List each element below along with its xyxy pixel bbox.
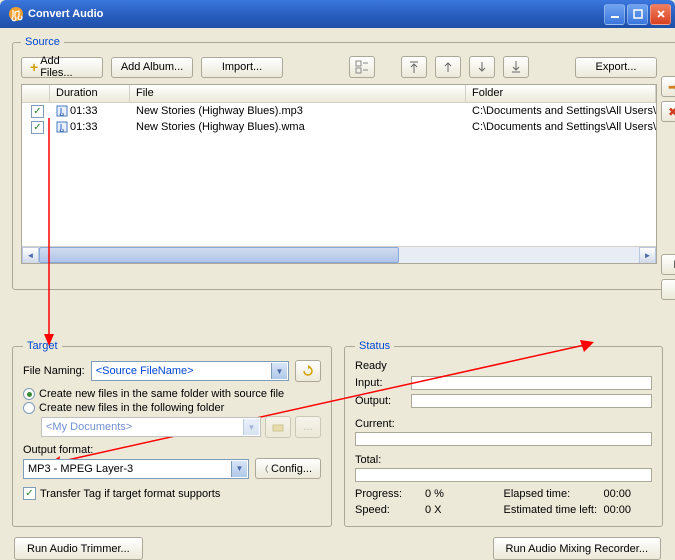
scroll-thumb[interactable] bbox=[39, 247, 399, 263]
close-cross-icon: ✖ bbox=[668, 105, 675, 119]
input-label: Input: bbox=[355, 377, 407, 389]
start-arrow-icon: ➡ bbox=[668, 80, 675, 94]
speed-value: 0 X bbox=[425, 504, 495, 516]
scroll-right-button[interactable]: ► bbox=[639, 247, 656, 264]
refresh-icon bbox=[302, 365, 314, 377]
file-naming-refresh-button[interactable] bbox=[295, 360, 321, 382]
file-naming-combo[interactable]: <Source FileName>▼ bbox=[91, 361, 289, 381]
chevron-down-icon: ▼ bbox=[271, 363, 287, 379]
output-format-label: Output format: bbox=[23, 444, 93, 456]
estimated-label: Estimated time left: bbox=[504, 504, 604, 516]
speed-label: Speed: bbox=[355, 504, 425, 516]
transfer-tag-checkbox[interactable]: Transfer Tag if target format supports bbox=[23, 487, 321, 500]
title-bar: Convert Audio bbox=[0, 0, 675, 28]
browse-folder-button[interactable] bbox=[265, 416, 291, 438]
table-row[interactable]: 01:33 New Stories (Highway Blues).mp3 C:… bbox=[22, 103, 656, 119]
add-album-button[interactable]: Add Album... bbox=[111, 57, 193, 78]
column-file[interactable]: File bbox=[130, 85, 466, 102]
import-button[interactable]: Import... bbox=[201, 57, 283, 78]
total-label: Total: bbox=[355, 454, 381, 466]
source-toolbar: +Add Files... Add Album... Import... Exp… bbox=[21, 56, 657, 78]
column-folder[interactable]: Folder bbox=[466, 85, 656, 102]
window-title: Convert Audio bbox=[28, 8, 103, 20]
input-value-box bbox=[411, 376, 652, 390]
close-button[interactable]: ✖Close bbox=[661, 101, 675, 122]
export-button[interactable]: Export... bbox=[575, 57, 657, 78]
status-legend: Status bbox=[355, 340, 394, 352]
estimated-value: 00:00 bbox=[604, 504, 632, 516]
elapsed-label: Elapsed time: bbox=[504, 488, 604, 500]
move-down-button[interactable] bbox=[469, 56, 495, 78]
arrow-up-icon bbox=[443, 61, 453, 73]
table-body: 01:33 New Stories (Highway Blues).mp3 C:… bbox=[22, 103, 656, 245]
following-folder-radio[interactable]: Create new files in the following folder bbox=[23, 402, 321, 414]
output-folder-combo[interactable]: <My Documents>▼ bbox=[41, 417, 261, 437]
output-value-box bbox=[411, 394, 652, 408]
arrow-down-icon bbox=[477, 61, 487, 73]
add-files-button[interactable]: +Add Files... bbox=[21, 57, 103, 78]
horizontal-scrollbar[interactable]: ◄ ► bbox=[22, 246, 656, 263]
folder-icon bbox=[272, 421, 284, 433]
minimize-button[interactable] bbox=[604, 4, 625, 25]
plus-icon: + bbox=[30, 59, 38, 75]
move-up-button[interactable] bbox=[435, 56, 461, 78]
total-progress bbox=[355, 468, 652, 482]
same-folder-radio[interactable]: Create new files in the same folder with… bbox=[23, 388, 321, 400]
source-legend: Source bbox=[21, 36, 64, 48]
run-audio-trimmer-button[interactable]: Run Audio Trimmer... bbox=[14, 537, 143, 560]
chevron-down-icon: ▼ bbox=[231, 461, 247, 477]
move-top-button[interactable] bbox=[401, 56, 427, 78]
table-header: Duration File Folder bbox=[22, 85, 656, 103]
config-button[interactable]: Config... bbox=[255, 458, 321, 479]
run-audio-mixing-recorder-button[interactable]: Run Audio Mixing Recorder... bbox=[493, 537, 661, 560]
app-icon bbox=[8, 6, 24, 22]
gear-icon bbox=[264, 463, 268, 475]
open-folder-button[interactable]: ... bbox=[295, 416, 321, 438]
maximize-button[interactable] bbox=[627, 4, 648, 25]
status-group: Status Ready Input: Output: Current: Tot… bbox=[344, 340, 663, 527]
check-all-button[interactable] bbox=[349, 56, 375, 78]
audio-file-icon bbox=[56, 105, 68, 117]
elapsed-value: 00:00 bbox=[604, 488, 632, 500]
checkbox-icon bbox=[23, 487, 36, 500]
column-duration[interactable]: Duration bbox=[50, 85, 130, 102]
row-checkbox[interactable] bbox=[31, 105, 44, 118]
arrow-top-icon bbox=[409, 61, 419, 73]
table-row[interactable]: 01:33 New Stories (Highway Blues).wma C:… bbox=[22, 119, 656, 135]
output-label: Output: bbox=[355, 395, 407, 407]
audio-file-icon bbox=[56, 121, 68, 133]
window-close-button[interactable] bbox=[650, 4, 671, 25]
clear-button[interactable]: Clear bbox=[661, 279, 675, 300]
ellipsis-icon: ... bbox=[303, 421, 312, 433]
status-ready: Ready bbox=[355, 360, 652, 372]
remove-button[interactable]: Remove bbox=[661, 254, 675, 275]
column-checkbox[interactable] bbox=[22, 85, 50, 102]
target-group: Target File Naming: <Source FileName>▼ C… bbox=[12, 340, 332, 527]
arrow-bottom-icon bbox=[511, 61, 521, 73]
start-button[interactable]: ➡Start bbox=[661, 76, 675, 97]
checklist-icon bbox=[355, 60, 369, 74]
file-naming-label: File Naming: bbox=[23, 365, 85, 377]
current-label: Current: bbox=[355, 418, 395, 430]
scroll-left-button[interactable]: ◄ bbox=[22, 247, 39, 264]
output-format-combo[interactable]: MP3 - MPEG Layer-3▼ bbox=[23, 459, 249, 479]
source-group: Source +Add Files... Add Album... Import… bbox=[12, 36, 675, 290]
scroll-track[interactable] bbox=[39, 247, 639, 263]
move-bottom-button[interactable] bbox=[503, 56, 529, 78]
radio-icon bbox=[23, 402, 35, 414]
file-list: Duration File Folder 01:33 New Stories (… bbox=[21, 84, 657, 264]
row-checkbox[interactable] bbox=[31, 121, 44, 134]
chevron-down-icon: ▼ bbox=[243, 419, 259, 435]
target-legend: Target bbox=[23, 340, 62, 352]
radio-icon bbox=[23, 388, 35, 400]
progress-value: 0 % bbox=[425, 488, 495, 500]
current-progress bbox=[355, 432, 652, 446]
progress-label: Progress: bbox=[355, 488, 425, 500]
